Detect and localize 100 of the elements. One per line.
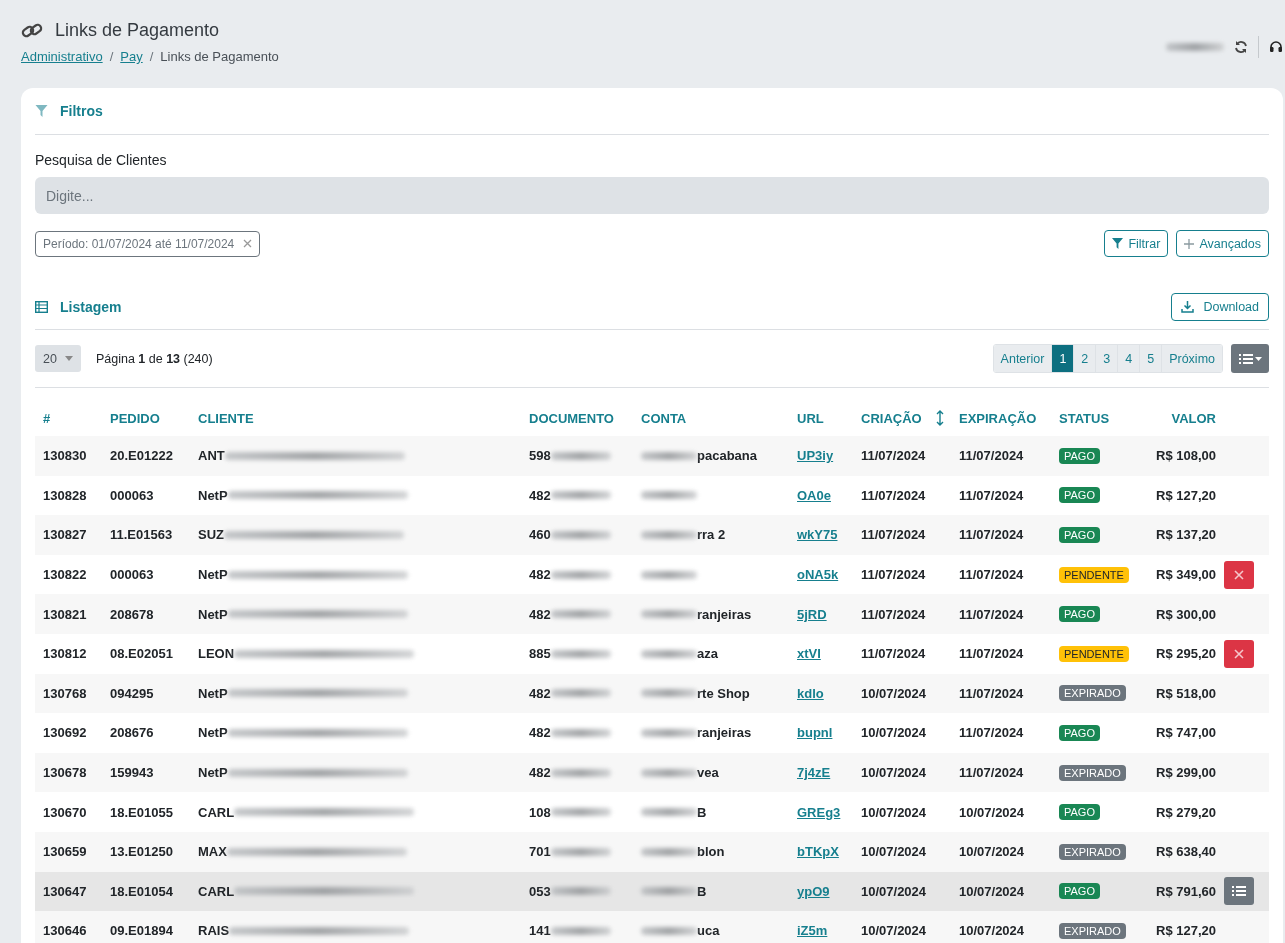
filter-icon <box>1112 238 1124 249</box>
table-cell-text: 11/07/2024 <box>860 606 927 622</box>
column-header[interactable]: # <box>43 411 51 426</box>
section-title: Listagem <box>60 299 122 315</box>
close-icon[interactable] <box>243 239 253 248</box>
table-cell: ANT <box>198 448 225 464</box>
table-cell: 482 <box>529 685 551 701</box>
blurred-text <box>550 768 611 777</box>
download-button[interactable]: Download <box>1171 293 1269 321</box>
table-cell-text: 11/07/2024 <box>958 725 1025 741</box>
status-badge: PAGO <box>1059 487 1100 504</box>
blurred-text <box>1166 43 1224 51</box>
table-cell: pacabana <box>697 448 757 464</box>
column-header[interactable]: URL <box>797 411 824 426</box>
breadcrumb-link[interactable]: Administrativo <box>21 49 103 64</box>
table-cell-text: R$ 300,00 <box>1155 606 1217 622</box>
status-badge: PAGO <box>1059 883 1100 900</box>
url-link[interactable]: iZ5m <box>789 923 853 939</box>
blurred-text <box>641 610 697 619</box>
search-field[interactable]: Digite... <box>35 177 1269 214</box>
blurred-text <box>550 649 611 658</box>
table-cell: ranjeiras <box>697 606 752 622</box>
table-cell-text: R$ 349,00 <box>1155 567 1217 583</box>
row-menu-button[interactable] <box>1224 877 1254 906</box>
blurred-text <box>641 768 697 777</box>
url-link[interactable]: bupnl <box>789 725 853 741</box>
table-cell: blon <box>697 844 725 860</box>
list-icon <box>1232 885 1246 898</box>
sort-icon[interactable] <box>935 410 944 426</box>
page-button[interactable]: Próximo <box>1161 345 1222 372</box>
list-icon <box>1238 352 1253 365</box>
download-icon <box>1181 301 1195 313</box>
column-header[interactable]: CLIENTE <box>198 411 254 426</box>
table-cell-text: 130647 <box>42 883 88 899</box>
table-cell: 460 <box>529 527 551 543</box>
blurred-text <box>550 847 611 856</box>
table-cell: NetP <box>198 685 228 701</box>
cancel-button[interactable] <box>1224 560 1254 589</box>
table-cell: NetP <box>198 567 228 583</box>
column-header[interactable]: EXPIRAÇÃO <box>959 411 1037 426</box>
url-link[interactable]: kdlo <box>789 685 853 701</box>
column-header[interactable]: CONTA <box>641 411 687 426</box>
url-link[interactable]: xtVI <box>789 646 853 662</box>
blurred-text <box>550 491 611 500</box>
url-link[interactable]: OA0e <box>789 487 853 503</box>
table-cell-text: 000063 <box>109 487 155 503</box>
url-link[interactable]: 7j4zE <box>789 765 853 781</box>
table-cell-text: 10/07/2024 <box>860 923 928 939</box>
column-header[interactable]: STATUS <box>1059 411 1110 426</box>
page-button[interactable]: 3 <box>1095 345 1118 372</box>
url-link[interactable]: 5jRD <box>789 606 853 622</box>
page-button[interactable]: 4 <box>1117 345 1140 372</box>
table-cell-text: 000063 <box>109 567 155 583</box>
cancel-button[interactable] <box>1224 639 1254 668</box>
table-cell-text: 11/07/2024 <box>958 487 1025 503</box>
advanced-button[interactable]: Avançados <box>1176 230 1269 257</box>
table-cell-text: R$ 638,40 <box>1155 844 1217 860</box>
page-button[interactable]: Anterior <box>993 345 1052 372</box>
page-button[interactable]: 5 <box>1139 345 1162 372</box>
table-cell-text: R$ 295,20 <box>1155 646 1217 662</box>
column-header[interactable]: VALOR <box>1171 411 1216 426</box>
filter-button[interactable]: Filtrar <box>1104 230 1169 257</box>
column-header[interactable]: PEDIDO <box>110 411 160 426</box>
table-cell: 482 <box>529 487 551 503</box>
table-cell: SUZ <box>198 527 224 543</box>
view-options-button[interactable] <box>1231 344 1269 373</box>
table-cell: RAIS <box>198 923 230 939</box>
status-badge: PENDENTE <box>1059 645 1129 662</box>
table-cell-text: 11/07/2024 <box>958 646 1025 662</box>
table-cell-text: 11/07/2024 <box>958 765 1025 781</box>
blurred-text <box>641 847 697 856</box>
table-cell-text: 11/07/2024 <box>958 448 1025 464</box>
table-cell: CARL <box>198 883 235 899</box>
table-cell-text: 08.E02051 <box>109 646 174 662</box>
url-link[interactable]: bTKpX <box>789 844 853 860</box>
status-badge: PAGO <box>1059 606 1100 623</box>
table-cell-text: 10/07/2024 <box>860 725 928 741</box>
column-header[interactable]: CRIAÇÃO <box>861 410 922 426</box>
blurred-text <box>641 491 697 500</box>
table-cell-text: R$ 518,00 <box>1155 685 1217 701</box>
url-link[interactable]: GREg3 <box>789 804 853 820</box>
headset-icon[interactable] <box>1269 40 1283 54</box>
breadcrumb-link[interactable]: Pay <box>120 49 143 64</box>
table-cell-text: 10/07/2024 <box>958 923 1026 939</box>
table-cell-text: 20.E01222 <box>109 448 174 464</box>
blurred-text <box>550 531 611 539</box>
page-button[interactable]: 1 <box>1051 345 1074 372</box>
page-size-select[interactable]: 20 <box>35 345 81 372</box>
url-link[interactable]: UP3iy <box>789 448 853 464</box>
table-cell: aza <box>697 646 718 662</box>
table-cell-text: 159943 <box>109 765 155 781</box>
table-cell-text: 09.E01894 <box>109 923 174 939</box>
blurred-text <box>641 649 697 658</box>
page-button[interactable]: 2 <box>1073 345 1096 372</box>
refresh-icon[interactable] <box>1234 40 1248 54</box>
url-link[interactable]: ypO9 <box>789 883 853 899</box>
url-link[interactable]: wkY75 <box>789 527 853 543</box>
column-header[interactable]: DOCUMENTO <box>529 411 614 426</box>
url-link[interactable]: oNA5k <box>789 567 853 583</box>
table-cell: 482 <box>529 725 551 741</box>
